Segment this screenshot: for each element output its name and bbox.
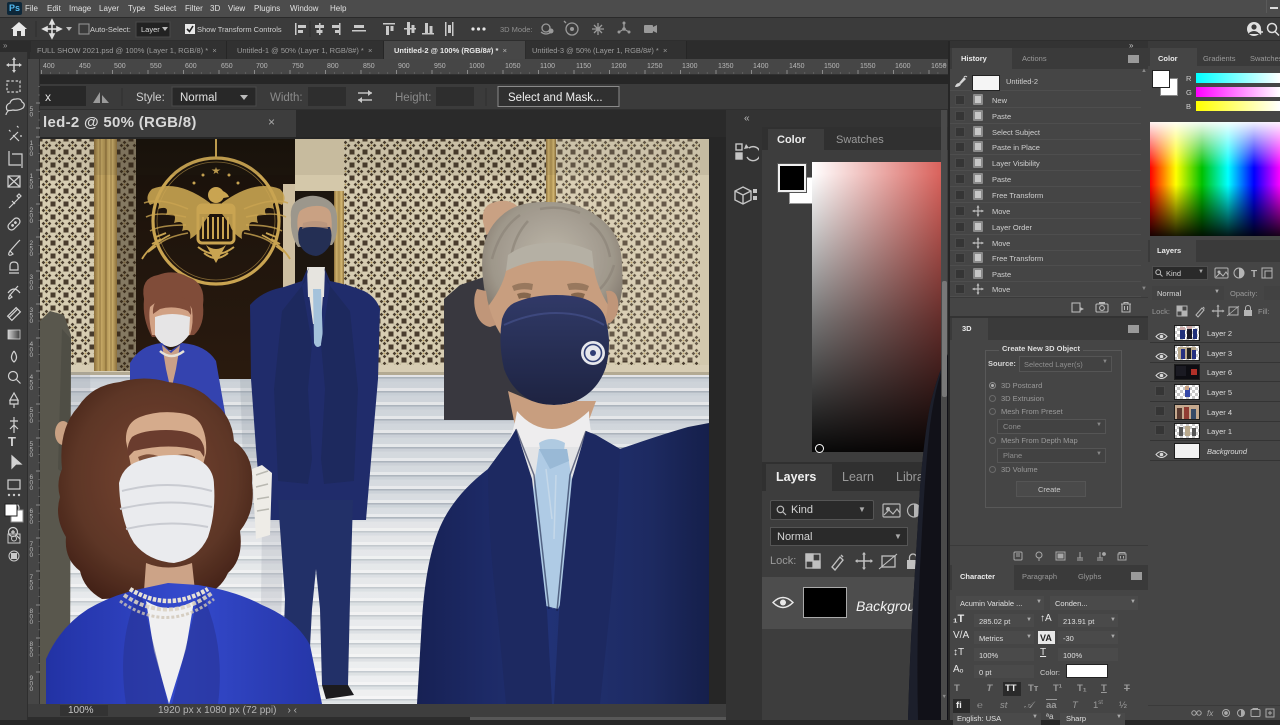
svg-text:800: 800 <box>30 608 34 626</box>
svg-text:1400: 1400 <box>753 63 769 70</box>
svg-text:Style:: Style: <box>136 92 165 104</box>
svg-text:600: 600 <box>30 474 34 492</box>
svg-text:1600: 1600 <box>895 63 911 70</box>
svg-text:500: 500 <box>114 63 126 70</box>
svg-text:x: x <box>45 90 51 104</box>
svg-text:100: 100 <box>30 140 34 158</box>
svg-text:500: 500 <box>30 407 34 425</box>
svg-text:800: 800 <box>327 63 339 70</box>
svg-text:3D Mode:: 3D Mode: <box>500 25 533 34</box>
svg-text:1550: 1550 <box>860 63 876 70</box>
svg-text:900: 900 <box>30 675 34 693</box>
svg-text:450: 450 <box>30 374 34 392</box>
svg-text:Normal: Normal <box>180 92 217 104</box>
svg-text:700: 700 <box>256 63 268 70</box>
svg-text:550: 550 <box>150 63 162 70</box>
svg-text:T: T <box>1251 269 1257 280</box>
svg-text:Auto-Select:: Auto-Select: <box>90 25 131 34</box>
svg-text:950: 950 <box>434 63 446 70</box>
svg-text:750: 750 <box>292 63 304 70</box>
svg-text:350: 350 <box>30 307 34 325</box>
svg-text:50: 50 <box>30 106 34 119</box>
svg-text:850: 850 <box>363 63 375 70</box>
svg-text:450: 450 <box>79 63 91 70</box>
svg-text:1100: 1100 <box>540 63 555 70</box>
svg-text:550: 550 <box>30 441 34 459</box>
svg-text:fx: fx <box>1207 709 1214 718</box>
svg-text:1250: 1250 <box>647 63 663 70</box>
svg-text:150: 150 <box>30 173 34 191</box>
svg-text:650: 650 <box>221 63 233 70</box>
svg-text:Height:: Height: <box>395 92 431 104</box>
svg-text:250: 250 <box>30 240 34 258</box>
svg-text:1200: 1200 <box>611 63 627 70</box>
svg-text:1300: 1300 <box>682 63 698 70</box>
svg-text:650: 650 <box>30 508 34 526</box>
svg-text:Layer: Layer <box>141 25 160 34</box>
svg-text:900: 900 <box>398 63 410 70</box>
svg-text:1050: 1050 <box>505 63 521 70</box>
svg-text:1000: 1000 <box>469 63 485 70</box>
svg-text:600: 600 <box>185 63 197 70</box>
svg-text:1500: 1500 <box>824 63 840 70</box>
svg-text:400: 400 <box>30 341 34 359</box>
svg-text:200: 200 <box>30 207 34 225</box>
svg-text:Select and Mask...: Select and Mask... <box>508 92 603 104</box>
svg-text:1450: 1450 <box>789 63 805 70</box>
svg-text:750: 750 <box>30 574 34 592</box>
svg-text:850: 850 <box>30 641 34 659</box>
svg-text:400: 400 <box>43 63 55 70</box>
svg-text:T: T <box>8 434 16 449</box>
svg-text:Show Transform Controls: Show Transform Controls <box>197 25 282 34</box>
svg-text:Width:: Width: <box>270 92 303 104</box>
svg-text:700: 700 <box>30 541 34 559</box>
svg-text:300: 300 <box>30 274 34 292</box>
svg-text:1150: 1150 <box>576 63 591 70</box>
svg-text:1350: 1350 <box>718 63 734 70</box>
